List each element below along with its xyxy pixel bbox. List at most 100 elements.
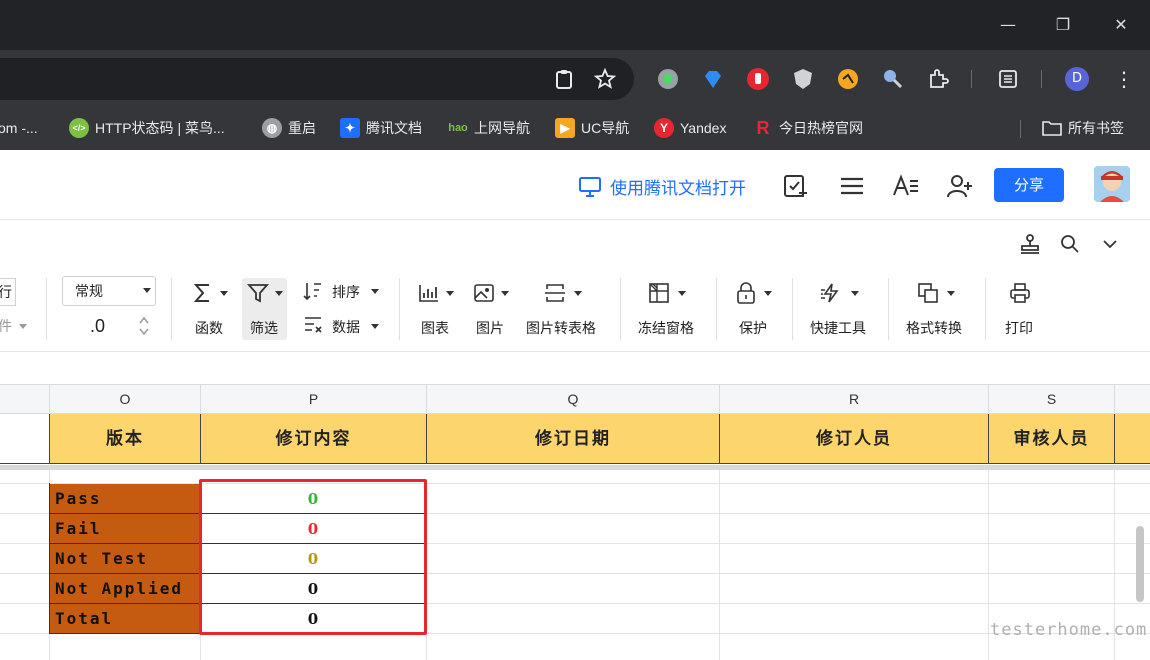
lock-icon[interactable] — [735, 282, 757, 304]
chart-button-label[interactable]: 图表 — [421, 318, 449, 338]
all-bookmarks-label: 所有书签 — [1068, 120, 1124, 136]
extension-magnifier-icon[interactable] — [881, 67, 905, 91]
clipboard-icon[interactable] — [553, 68, 575, 90]
extension-adblock-hand-icon[interactable] — [746, 67, 770, 91]
extension-green-dot-icon[interactable] — [656, 67, 680, 91]
bookmark-item[interactable]: ✦ 腾讯文档 — [340, 117, 422, 139]
image-button-label[interactable]: 图片 — [476, 318, 504, 338]
format-convert-icon[interactable] — [917, 282, 939, 304]
format-convert-label[interactable]: 格式转换 — [906, 318, 962, 338]
browser-toolbar: D ⋮ — [0, 50, 1150, 108]
lightning-icon[interactable] — [820, 282, 842, 304]
ribbon-separator — [399, 278, 400, 340]
open-in-tencent-docs-link[interactable]: 使用腾讯文档打开 — [578, 174, 746, 199]
header-cell-reviewer[interactable]: 审核人员 — [989, 414, 1115, 464]
caret-down-icon — [947, 291, 955, 296]
text-format-icon[interactable] — [892, 172, 920, 200]
bookmark-label: 今日热榜官网 — [779, 120, 863, 136]
number-format-select[interactable]: 常规 — [62, 276, 156, 306]
caret-down-icon — [143, 288, 151, 293]
header-cell-next[interactable] — [1115, 414, 1150, 464]
restore-button[interactable]: ❐ — [1048, 10, 1078, 40]
minimize-button[interactable]: — — [993, 10, 1023, 40]
protect-button-label[interactable]: 保护 — [739, 318, 767, 338]
avatar-image — [1094, 166, 1130, 202]
bookmark-star-icon[interactable] — [594, 68, 616, 90]
profile-avatar[interactable]: D — [1065, 67, 1089, 91]
header-cell-reviser[interactable]: 修订人员 — [720, 414, 989, 464]
ribbon-toolbar: 行 件 常规 .0 函数 筛选 排序 数据 图表 图片 图片转表格 冻结窗格 保… — [0, 266, 1150, 352]
column-header-s[interactable]: S — [989, 385, 1115, 415]
chevron-down-icon[interactable] — [1102, 238, 1118, 250]
check-doc-icon[interactable] — [782, 172, 810, 200]
menu-icon[interactable] — [838, 172, 866, 200]
image-icon[interactable] — [473, 282, 495, 304]
user-avatar[interactable] — [1094, 166, 1130, 202]
extension-shield-icon[interactable] — [791, 67, 815, 91]
bookmark-item[interactable]: hao 上网导航 — [448, 117, 530, 139]
filter-funnel-icon — [247, 284, 269, 303]
bookmark-label: UC导航 — [581, 120, 630, 136]
vertical-scrollbar[interactable] — [1136, 526, 1144, 602]
data-button-label[interactable]: 数据 — [332, 317, 360, 337]
bookmarks-bar: om -... </> HTTP状态码 | 菜鸟... ◍ 重启 ✦ 腾讯文档 … — [0, 108, 1150, 150]
ribbon-partial-label: 件 — [0, 318, 12, 334]
printer-icon[interactable] — [1009, 282, 1031, 304]
bookmark-label: 腾讯文档 — [366, 120, 422, 136]
sort-icon[interactable] — [302, 280, 324, 302]
bookmark-item[interactable]: Y Yandex — [654, 117, 726, 139]
column-header-bar: O P Q R S — [0, 384, 1150, 415]
summary-label-pass[interactable]: Pass — [50, 484, 200, 514]
browser-menu-icon[interactable]: ⋮ — [1114, 65, 1134, 93]
stamp-icon[interactable] — [1018, 233, 1042, 255]
close-window-button[interactable]: ✕ — [1106, 10, 1136, 40]
header-cell-version[interactable]: 版本 — [50, 414, 201, 464]
caret-down-icon — [371, 324, 379, 329]
all-bookmarks-button[interactable]: 所有书签 — [1042, 117, 1124, 139]
reading-list-icon[interactable] — [996, 67, 1020, 91]
column-header-r[interactable]: R — [720, 385, 989, 415]
wrap-text-button[interactable]: 行 — [0, 278, 16, 306]
summary-label-total[interactable]: Total — [50, 604, 200, 634]
header-cell-revision-date[interactable]: 修订日期 — [427, 414, 720, 464]
search-icon[interactable] — [1060, 234, 1080, 254]
function-button-label[interactable]: 函数 — [195, 318, 223, 338]
frozen-row-divider[interactable] — [0, 465, 1150, 470]
bookmark-item[interactable]: </> HTTP状态码 | 菜鸟... — [69, 117, 225, 139]
extension-speed-icon[interactable] — [836, 67, 860, 91]
chart-icon[interactable] — [418, 282, 440, 304]
address-bar[interactable] — [0, 58, 634, 100]
summary-label-not-applied[interactable]: Not Applied — [50, 574, 200, 604]
freeze-panes-icon[interactable] — [648, 282, 670, 304]
toolbar-separator — [1041, 70, 1042, 88]
sum-function-icon[interactable] — [192, 282, 214, 304]
quick-tools-label[interactable]: 快捷工具 — [810, 318, 866, 338]
column-header-p[interactable]: P — [201, 385, 427, 415]
image-to-table-icon[interactable] — [544, 282, 566, 304]
bookmark-item[interactable]: R 今日热榜官网 — [753, 117, 864, 139]
summary-label-not-test[interactable]: Not Test — [50, 544, 200, 574]
share-button[interactable]: 分享 — [994, 168, 1064, 202]
bookmark-item[interactable]: ▶ UC导航 — [555, 117, 629, 139]
spreadsheet-grid[interactable]: O P Q R S 版本 修订内容 修订日期 修订人员 审核人员 Pass 0 … — [0, 352, 1150, 660]
column-header-o[interactable]: O — [50, 385, 201, 415]
column-header-blank[interactable] — [0, 385, 50, 415]
add-collaborator-icon[interactable] — [946, 172, 974, 200]
sort-button-label[interactable]: 排序 — [332, 282, 360, 302]
print-button-label[interactable]: 打印 — [1005, 318, 1033, 338]
column-header-q[interactable]: Q — [427, 385, 720, 415]
extensions-puzzle-icon[interactable] — [926, 67, 950, 91]
data-icon[interactable] — [302, 314, 324, 336]
freeze-panes-label[interactable]: 冻结窗格 — [638, 318, 694, 338]
caret-down-icon — [446, 291, 454, 296]
image-to-table-label[interactable]: 图片转表格 — [526, 318, 596, 338]
summary-label-fail[interactable]: Fail — [50, 514, 200, 544]
bookmark-item[interactable]: om -... — [0, 117, 38, 139]
row-header-cell[interactable] — [0, 414, 50, 464]
extension-diamond-icon[interactable] — [701, 67, 725, 91]
bookmark-item[interactable]: ◍ 重启 — [262, 117, 316, 139]
header-cell-revision-content[interactable]: 修订内容 — [201, 414, 427, 464]
globe-icon: ◍ — [262, 118, 282, 138]
decimal-places-value[interactable]: .0 — [90, 316, 105, 337]
decimal-stepper-icon[interactable] — [138, 315, 150, 337]
